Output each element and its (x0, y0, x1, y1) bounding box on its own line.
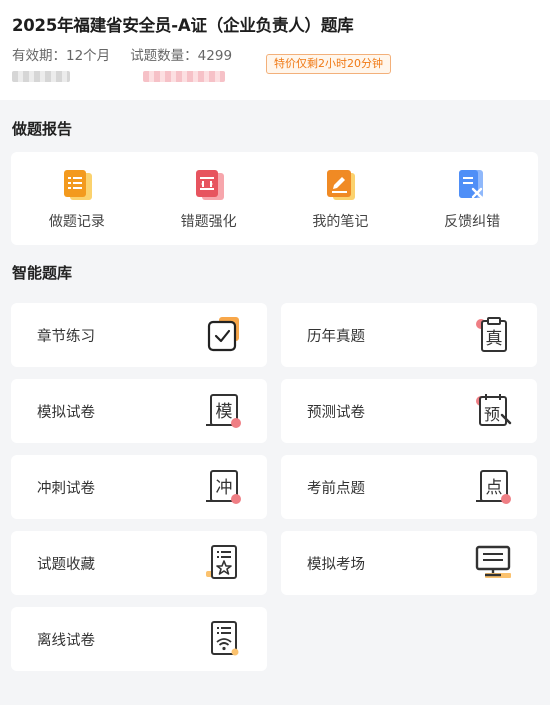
record-icon (57, 166, 97, 206)
validity-text: 有效期：12个月 (12, 48, 111, 64)
promo-badge: 特价仅剩2小时20分钟 (266, 54, 391, 74)
feedback-icon (452, 166, 492, 206)
card-label: 章节练习 (37, 329, 95, 345)
report-section-title: 做题报告 (12, 120, 73, 138)
report-item-note[interactable]: 我的笔记 (275, 152, 407, 245)
checkbox-doc-icon (203, 315, 243, 355)
card-mock-exam-room[interactable]: 模拟考场 (281, 531, 537, 595)
card-mock-paper[interactable]: 模拟试卷 模 (11, 379, 267, 443)
scroll-dian-icon: 点 (473, 467, 513, 507)
calendar-yu-icon: 预 (473, 391, 513, 431)
card-label: 考前点题 (307, 481, 365, 497)
star-doc-icon (203, 543, 243, 583)
clipboard-zhen-icon: 真 (473, 315, 513, 355)
page-title: 2025年福建省安全员-A证（企业负责人）题库 (12, 16, 354, 35)
report-item-label: 错题强化 (180, 214, 237, 230)
card-label: 模拟考场 (307, 557, 365, 573)
wrong-question-icon (189, 166, 229, 206)
card-label: 模拟试卷 (37, 405, 95, 421)
monitor-icon (473, 543, 513, 583)
card-favorites[interactable]: 试题收藏 (11, 531, 267, 595)
report-card: 做题记录 错题强化 我的笔记 反馈纠错 (11, 152, 538, 245)
report-item-record[interactable]: 做题记录 (11, 152, 143, 245)
report-item-label: 反馈纠错 (444, 214, 501, 230)
redacted-text (143, 71, 225, 82)
report-item-label: 我的笔记 (312, 214, 369, 230)
wifi-doc-icon (203, 619, 243, 659)
scroll-mo-icon: 模 (203, 391, 243, 431)
card-sprint-paper[interactable]: 冲刺试卷 冲 (11, 455, 267, 519)
card-chapter-practice[interactable]: 章节练习 (11, 303, 267, 367)
card-forecast-paper[interactable]: 预测试卷 预 (281, 379, 537, 443)
svg-text:冲: 冲 (216, 478, 233, 498)
card-offline-paper[interactable]: 离线试卷 (11, 607, 267, 671)
redacted-text (12, 71, 70, 82)
question-count-text: 试题数量：4299 (130, 48, 233, 64)
report-item-wrong[interactable]: 错题强化 (143, 152, 275, 245)
card-label: 离线试卷 (37, 633, 95, 649)
card-pre-exam-points[interactable]: 考前点题 点 (281, 455, 537, 519)
card-label: 历年真题 (307, 329, 365, 345)
card-label: 预测试卷 (307, 405, 365, 421)
card-label: 试题收藏 (37, 557, 95, 573)
scroll-chong-icon: 冲 (203, 467, 243, 507)
bank-section-title: 智能题库 (12, 264, 73, 282)
header: 2025年福建省安全员-A证（企业负责人）题库 有效期：12个月 试题数量：429… (0, 0, 550, 100)
note-icon (320, 166, 360, 206)
report-item-feedback[interactable]: 反馈纠错 (406, 152, 538, 245)
svg-text:预: 预 (484, 405, 500, 424)
card-past-exams[interactable]: 历年真题 真 (281, 303, 537, 367)
card-label: 冲刺试卷 (37, 481, 95, 497)
svg-text:真: 真 (486, 329, 503, 349)
meta-row: 有效期：12个月 试题数量：4299 (12, 44, 232, 64)
svg-text:模: 模 (216, 402, 233, 422)
report-item-label: 做题记录 (48, 214, 105, 230)
svg-text:点: 点 (486, 478, 503, 498)
